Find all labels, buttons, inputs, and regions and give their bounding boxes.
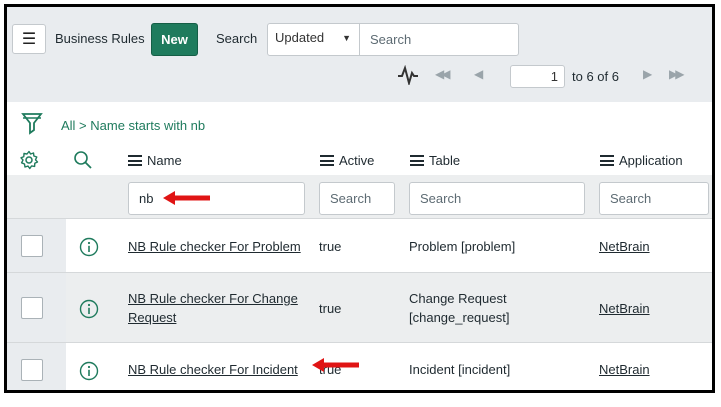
- column-menu-icon: [320, 155, 334, 166]
- breadcrumb[interactable]: All > Name starts with nb: [61, 118, 205, 133]
- record-name-link[interactable]: NB Rule checker For Problem: [128, 237, 301, 256]
- search-field-value: Updated: [275, 30, 325, 45]
- record-name-link[interactable]: NB Rule checker For Change Request: [128, 289, 298, 327]
- row-checkbox[interactable]: [21, 235, 43, 257]
- table-filter-input[interactable]: [409, 182, 585, 215]
- page-range-text: to 6 of 6: [572, 69, 619, 84]
- table-value: Incident [incident]: [409, 362, 511, 377]
- list-header: ☰ Business Rules New Search Updated ▼ ◀◀…: [7, 7, 712, 102]
- last-page-icon[interactable]: ▶▶: [669, 67, 685, 81]
- annotation-arrow: [312, 358, 359, 372]
- filter-icon[interactable]: [21, 111, 43, 135]
- annotation-arrow: [163, 191, 210, 205]
- list-view-window: ☰ Business Rules New Search Updated ▼ ◀◀…: [4, 4, 715, 393]
- new-button[interactable]: New: [151, 23, 198, 56]
- next-page-icon[interactable]: ▶: [643, 67, 652, 81]
- table-row: NB Rule checker For Change Request true …: [7, 272, 712, 342]
- column-header-table[interactable]: Table: [410, 153, 460, 168]
- column-header-label: Name: [147, 153, 182, 168]
- table-value-line: [change_request]: [409, 310, 510, 325]
- active-value: true: [319, 301, 342, 316]
- column-header-active[interactable]: Active: [320, 153, 374, 168]
- application-link[interactable]: NetBrain: [599, 299, 650, 318]
- activity-stream-icon[interactable]: [397, 64, 419, 90]
- list-title: Business Rules: [55, 31, 145, 46]
- table-value: Change Request [change_request]: [409, 289, 509, 327]
- table-value-line: Change Request: [409, 291, 507, 306]
- search-icon[interactable]: [73, 150, 93, 170]
- info-icon[interactable]: [79, 361, 99, 381]
- search-input[interactable]: [359, 23, 519, 56]
- search-label: Search: [216, 31, 258, 46]
- application-filter-input[interactable]: [599, 182, 709, 215]
- column-header-label: Table: [429, 153, 461, 168]
- previous-page-icon[interactable]: ◀: [474, 67, 483, 81]
- column-menu-icon: [410, 155, 424, 166]
- name-filter-input[interactable]: [128, 182, 305, 215]
- application-link[interactable]: NetBrain: [599, 237, 650, 256]
- record-name-line: NB Rule checker For Change: [128, 291, 298, 306]
- first-page-icon[interactable]: ◀◀: [435, 67, 451, 81]
- list-menu-button[interactable]: ☰: [12, 24, 46, 54]
- column-header-application[interactable]: Application: [600, 153, 683, 168]
- record-name-line: Request: [128, 310, 177, 325]
- gear-icon[interactable]: [19, 150, 39, 170]
- active-filter-input[interactable]: [319, 182, 395, 215]
- caret-down-icon: ▼: [342, 33, 351, 43]
- hamburger-icon: ☰: [21, 31, 37, 48]
- table-value: Problem [problem]: [409, 239, 516, 254]
- column-header-label: Application: [619, 153, 683, 168]
- info-icon[interactable]: [79, 237, 99, 257]
- info-icon[interactable]: [79, 299, 99, 319]
- table-row: NB Rule checker For Problem true Problem…: [7, 218, 712, 272]
- column-header-label: Active: [339, 153, 375, 168]
- column-header-name[interactable]: Name: [128, 153, 182, 168]
- active-value: true: [319, 239, 342, 254]
- page-number-input[interactable]: [510, 65, 565, 88]
- application-link[interactable]: NetBrain: [599, 360, 650, 379]
- row-checkbox[interactable]: [21, 359, 43, 381]
- record-name-link[interactable]: NB Rule checker For Incident: [128, 360, 298, 379]
- search-field-select[interactable]: Updated ▼: [267, 23, 360, 56]
- column-menu-icon: [128, 155, 142, 166]
- row-checkbox[interactable]: [21, 297, 43, 319]
- column-menu-icon: [600, 155, 614, 166]
